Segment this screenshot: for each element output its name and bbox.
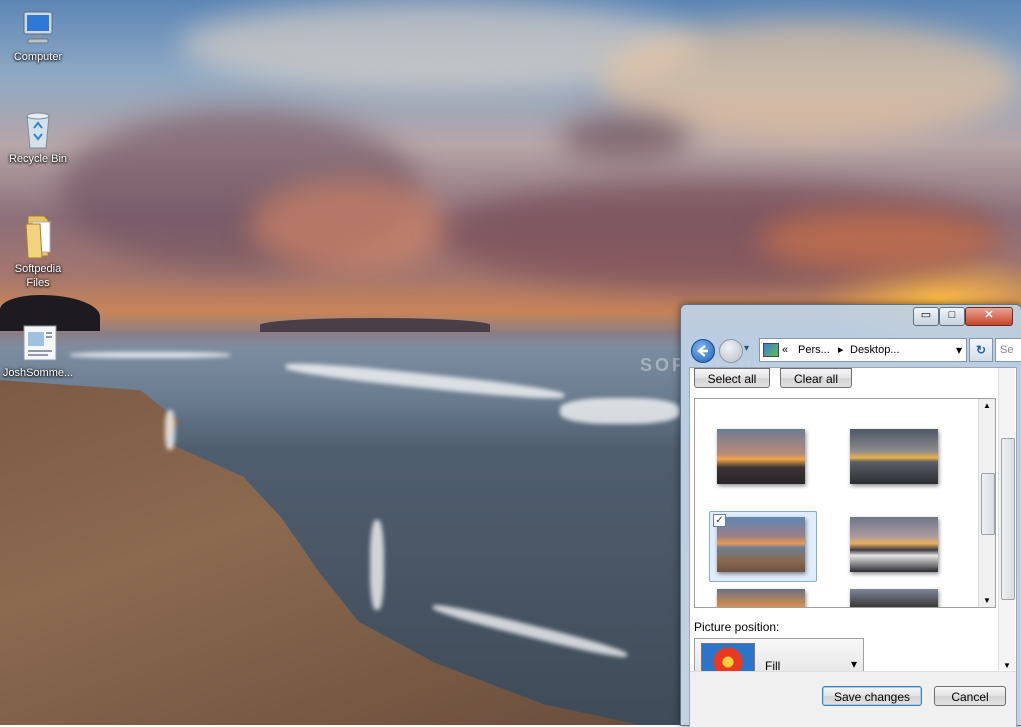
maximize-button[interactable]: □ — [939, 307, 965, 326]
desktop-icon-softpedia-files[interactable]: Softpedia Files — [0, 212, 76, 290]
address-bar[interactable]: « Pers... ▸ Desktop... ▾ — [759, 338, 967, 362]
breadcrumb-desktop-background[interactable]: Desktop... — [850, 339, 900, 361]
scroll-down-icon[interactable]: ▼ — [983, 596, 991, 605]
gallery-scroll-thumb[interactable] — [981, 473, 995, 535]
wave-foam — [370, 520, 384, 610]
desktop-icon-recycle-bin[interactable]: Recycle Bin — [0, 110, 76, 166]
address-dropdown-icon[interactable]: ▾ — [956, 339, 962, 361]
desktop-background-window[interactable]: ▭ □ ✕ ▾ « Pers... ▸ Desktop... ▾ ↻ Se Se… — [680, 304, 1021, 727]
content-pane: Select all Clear all ✓ ▲ ▼ Picture posit… — [689, 367, 1017, 727]
recycle-bin-icon — [18, 110, 58, 150]
wallpaper-thumbnail-sunset-shore[interactable] — [850, 429, 938, 484]
wallpaper-thumbnail-sunset-surf[interactable] — [850, 517, 938, 572]
cancel-button[interactable]: Cancel — [934, 686, 1006, 706]
content-scrollbar[interactable]: ▼ — [998, 368, 1015, 670]
wallpaper-thumbnail-sunset-horizon[interactable] — [717, 589, 805, 607]
arrow-left-icon — [697, 345, 708, 357]
close-button[interactable]: ✕ — [965, 307, 1013, 326]
search-box[interactable]: Se — [995, 338, 1021, 362]
wave-foam — [70, 352, 230, 358]
wave-foam — [560, 398, 680, 424]
wallpaper-thumbnail-sunset-beach[interactable] — [717, 517, 805, 572]
scroll-up-icon[interactable]: ▲ — [983, 401, 991, 410]
gallery-scrollbar[interactable]: ▲ ▼ — [978, 399, 995, 607]
wave-foam — [165, 410, 175, 450]
navigation-bar: ▾ « Pers... ▸ Desktop... ▾ ↻ Se — [689, 337, 1021, 363]
wave-foam — [431, 600, 629, 662]
refresh-button[interactable]: ↻ — [969, 338, 993, 362]
picture-position-label: Picture position: — [694, 620, 780, 634]
control-panel-icon — [763, 343, 779, 357]
dropdown-arrow-icon: ▾ — [851, 657, 858, 671]
content-scroll-thumb[interactable] — [1001, 438, 1015, 600]
cloud — [250, 180, 450, 270]
minimize-button[interactable]: ▭ — [913, 307, 939, 326]
clear-all-button[interactable]: Clear all — [780, 368, 852, 388]
computer-icon — [18, 8, 58, 48]
select-all-button[interactable]: Select all — [694, 368, 770, 388]
desktop-icon-label: Softpedia Files — [14, 263, 62, 289]
footer-bar: Save changes Cancel — [690, 671, 1016, 727]
cloud — [760, 210, 1000, 270]
history-dropdown-icon[interactable]: ▾ — [744, 343, 749, 354]
wave-foam — [285, 359, 565, 403]
breadcrumb-separator-icon[interactable]: ▸ — [838, 339, 844, 361]
save-changes-button[interactable]: Save changes — [822, 686, 922, 706]
document-icon — [18, 324, 58, 364]
wallpaper-thumbnail-sunset-rocks[interactable] — [717, 429, 805, 484]
desktop-icon-computer[interactable]: Computer — [0, 8, 76, 64]
search-placeholder: Se — [1000, 344, 1014, 356]
folder-icon — [18, 212, 58, 260]
picture-position-dropdown[interactable]: Fill ▾ — [694, 638, 864, 673]
breadcrumb-overflow[interactable]: « — [782, 339, 788, 361]
beach-sand — [0, 380, 640, 725]
desktop-icon-joshsomme[interactable]: JoshSomme... — [0, 324, 76, 380]
forward-button[interactable] — [719, 339, 743, 363]
desktop-icon-label: Computer — [13, 51, 63, 63]
wallpaper-thumbnail-sunset-cove[interactable] — [850, 589, 938, 607]
back-button[interactable] — [691, 339, 715, 363]
check-mark-icon: ✓ — [715, 515, 724, 526]
scroll-down-icon[interactable]: ▼ — [1003, 661, 1011, 670]
wallpaper-checkbox[interactable]: ✓ — [713, 514, 726, 527]
refresh-icon: ↻ — [975, 343, 987, 357]
wallpaper-gallery: ✓ ▲ ▼ — [694, 398, 996, 608]
desktop-icon-label: Recycle Bin — [8, 153, 68, 165]
breadcrumb-personalization[interactable]: Pers... — [798, 339, 830, 361]
desktop-icon-label: JoshSomme... — [2, 367, 74, 379]
cloud — [560, 115, 690, 160]
island — [260, 318, 490, 332]
fill-preview-icon — [701, 643, 755, 673]
